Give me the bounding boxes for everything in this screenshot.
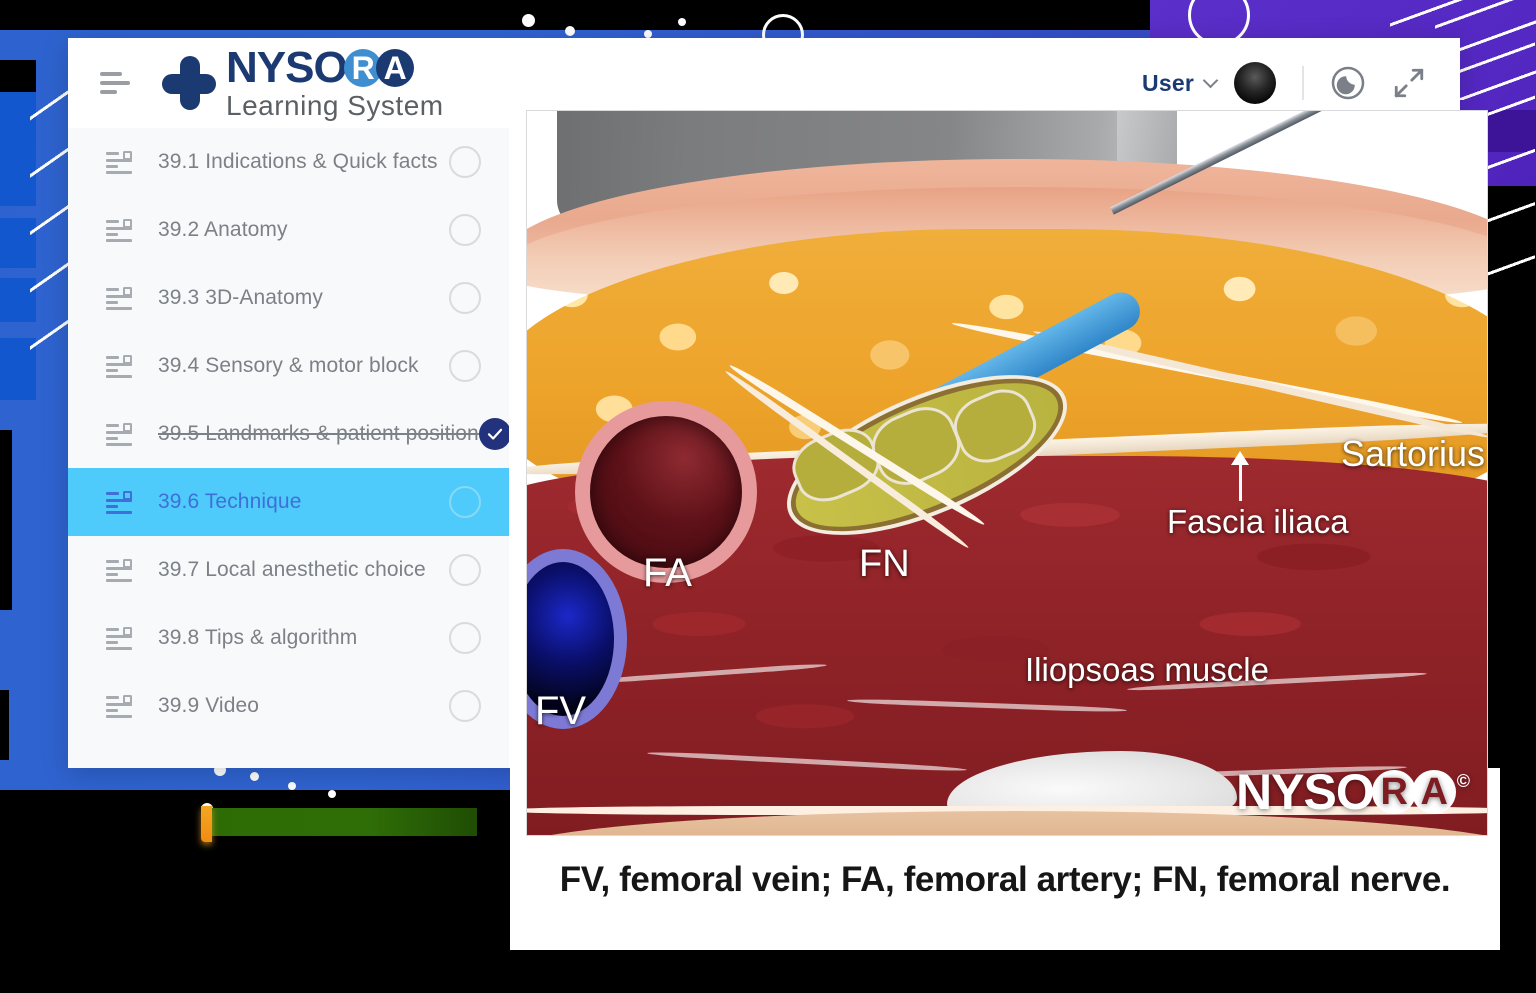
bg-dot [644,30,652,38]
brand-name-prefix: NYSO [226,43,348,92]
progress-ring-icon[interactable] [449,554,481,586]
sidebar-item-6[interactable]: 39.6 Technique [68,468,509,536]
sidebar-item-label: 39.4 Sensory & motor block [158,354,419,377]
bg-black-edge-upper [0,430,12,610]
sidebar-item-label: 39.2 Anatomy [158,218,288,241]
brand-letter-a: A [375,49,414,87]
watermark-copyright: © [1456,770,1470,791]
sidebar-item-1[interactable]: 39.1 Indications & Quick facts [68,128,509,196]
lesson-doc-icon [106,559,132,582]
sidebar-item-label: 39.9 Video [158,694,260,717]
label-iliopsoas: Iliopsoas muscle [1025,651,1269,688]
progress-ring-icon[interactable] [449,622,481,654]
avatar[interactable] [1234,62,1276,104]
sidebar-item-7[interactable]: 39.7 Local anesthetic choice [68,536,509,604]
progress-ring-icon[interactable] [449,690,481,722]
anatomical-figure: FV FA FN Sartorius Fascia iliaca Iliopso… [526,110,1488,836]
cross-icon [162,56,216,110]
figure-caption: FV, femoral vein; FA, femoral artery; FN… [559,860,1451,899]
sidebar-item-label: 39.7 Local anesthetic choice [158,558,426,581]
bg-orange-accent [201,806,212,842]
lesson-doc-icon [106,355,132,378]
lesson-doc-icon [106,695,132,718]
brand-subtitle: Learning System [226,90,444,121]
bg-green-bar [205,808,477,836]
user-menu-label[interactable]: User [1142,70,1194,97]
label-sartorius: Sartorius [1341,433,1486,474]
watermark-letter-r: R [1371,770,1416,814]
lesson-doc-icon [106,423,132,446]
lesson-doc-icon [106,627,132,650]
label-femoral-artery: FA [643,551,692,595]
sidebar-item-8[interactable]: 39.8 Tips & algorithm [68,604,509,672]
header-actions: User [1142,62,1426,104]
fullscreen-button[interactable] [1392,66,1426,100]
bg-black-notch [0,60,36,92]
sidebar-item-label: 39.8 Tips & algorithm [158,626,358,649]
bg-dot [328,790,336,798]
bg-black-edge-lower [0,690,9,760]
brand-wordmark: NYSO R A [226,46,444,90]
divider [1302,66,1304,100]
watermark-prefix: NYSO [1236,764,1375,820]
progress-ring-icon[interactable] [449,350,481,382]
sidebar-item-label: 39.1 Indications & Quick facts [158,150,438,173]
sidebar-item-label: 39.6 Technique [158,490,302,513]
completed-check-icon[interactable] [478,418,509,450]
bg-dot [288,782,296,790]
sidebar-item-label: 39.3 3D-Anatomy [158,286,323,309]
sidebar-item-label: 39.5 Landmarks & patient position [158,422,479,445]
progress-ring-icon[interactable] [449,146,481,178]
fascia-iliaca-arrow-icon [1231,451,1249,501]
dark-mode-toggle[interactable] [1330,65,1366,101]
chevron-down-icon[interactable] [1202,72,1219,88]
bg-dot [565,26,575,36]
sidebar-item-5[interactable]: 39.5 Landmarks & patient position [68,400,509,468]
nysora-watermark: NYSO R A © [1236,763,1470,821]
label-fascia-iliaca: Fascia iliaca [1167,503,1349,540]
sidebar-item-4[interactable]: 39.4 Sensory & motor block [68,332,509,400]
sidebar-item-3[interactable]: 39.3 3D-Anatomy [68,264,509,332]
label-femoral-vein: FV [535,689,587,733]
lesson-doc-icon [106,219,132,242]
brand-logo: NYSO R A Learning System [162,46,444,120]
illustration: FV FA FN Sartorius Fascia iliaca Iliopso… [527,111,1487,835]
sidebar-item-2[interactable]: 39.2 Anatomy [68,196,509,264]
lesson-doc-icon [106,151,132,174]
progress-ring-icon[interactable] [449,282,481,314]
bg-dot [522,14,535,27]
label-femoral-nerve: FN [859,543,910,585]
bg-dot [678,18,686,26]
lesson-sidebar[interactable]: 39.1 Indications & Quick facts 39.2 Anato… [68,128,509,768]
progress-ring-icon[interactable] [449,486,481,518]
lesson-doc-icon [106,287,132,310]
sidebar-item-9[interactable]: 39.9 Video [68,672,509,740]
bg-dot [250,772,259,781]
watermark-letter-a: A [1411,770,1456,814]
lesson-doc-icon [106,491,132,514]
progress-ring-icon[interactable] [449,214,481,246]
hamburger-icon[interactable] [100,72,132,94]
